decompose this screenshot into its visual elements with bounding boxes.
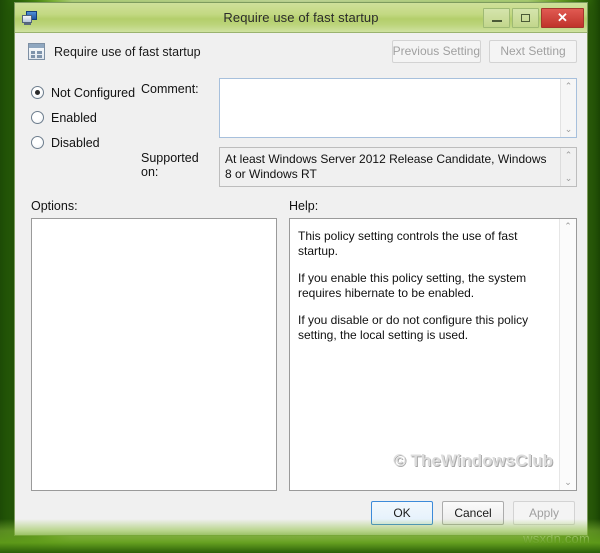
maximize-button[interactable] bbox=[512, 7, 539, 28]
comment-field-row: Comment: ⌃ ⌄ bbox=[141, 78, 577, 138]
previous-setting-button[interactable]: Previous Setting bbox=[391, 40, 481, 63]
options-panel[interactable] bbox=[31, 218, 277, 491]
radio-enabled-indicator bbox=[31, 111, 44, 124]
radio-disabled-label: Disabled bbox=[51, 135, 100, 150]
policy-setting-icon bbox=[28, 43, 45, 60]
source-watermark: wsxdn.com bbox=[523, 531, 590, 546]
help-content: This policy setting controls the use of … bbox=[290, 219, 559, 490]
policy-state-form: Not Configured Enabled Disabled Comment: bbox=[15, 70, 587, 192]
minimize-icon bbox=[491, 19, 502, 22]
cancel-button[interactable]: Cancel bbox=[442, 501, 504, 525]
setting-navigation: Previous Setting Next Setting bbox=[391, 40, 577, 63]
scroll-down-icon[interactable]: ⌄ bbox=[565, 171, 573, 186]
supported-field-row: Supported on: At least Windows Server 20… bbox=[141, 147, 577, 187]
help-panel: This policy setting controls the use of … bbox=[289, 218, 577, 491]
radio-enabled[interactable]: Enabled bbox=[31, 105, 141, 130]
radio-enabled-label: Enabled bbox=[51, 110, 97, 125]
ok-button[interactable]: OK bbox=[371, 501, 433, 525]
help-scrollbar[interactable]: ⌃ ⌄ bbox=[559, 219, 576, 490]
help-paragraph-2: If you enable this policy setting, the s… bbox=[298, 271, 527, 300]
radio-disabled[interactable]: Disabled bbox=[31, 130, 141, 155]
group-policy-icon bbox=[22, 10, 38, 26]
supported-on-scrollbar[interactable]: ⌃ ⌄ bbox=[560, 148, 576, 186]
close-button[interactable]: ✕ bbox=[541, 7, 584, 28]
close-icon: ✕ bbox=[557, 10, 568, 25]
help-paragraph-1: This policy setting controls the use of … bbox=[298, 229, 518, 258]
window-controls: ✕ bbox=[482, 3, 587, 32]
dialog-footer: OK Cancel Apply bbox=[15, 491, 587, 535]
supported-on-label: Supported on: bbox=[141, 151, 199, 179]
scroll-up-icon[interactable]: ⌃ bbox=[564, 219, 572, 234]
comment-label: Comment: bbox=[141, 82, 199, 96]
content-panes: This policy setting controls the use of … bbox=[15, 218, 587, 491]
pane-labels: Options: Help: bbox=[15, 192, 587, 218]
radio-not-configured-label: Not Configured bbox=[51, 85, 136, 100]
radio-not-configured[interactable]: Not Configured bbox=[31, 80, 141, 105]
scroll-down-icon[interactable]: ⌄ bbox=[565, 122, 573, 137]
policy-setting-dialog: Require use of fast startup ✕ Require us… bbox=[14, 2, 588, 536]
options-content bbox=[32, 219, 276, 490]
minimize-button[interactable] bbox=[483, 7, 510, 28]
policy-header: Require use of fast startup Previous Set… bbox=[15, 33, 587, 70]
scroll-up-icon[interactable]: ⌃ bbox=[565, 148, 573, 163]
radio-not-configured-indicator bbox=[31, 86, 44, 99]
scroll-down-icon[interactable]: ⌄ bbox=[564, 475, 572, 490]
next-setting-button[interactable]: Next Setting bbox=[489, 40, 577, 63]
thewindowsclub-watermark: © TheWindowsClub bbox=[393, 451, 553, 470]
desktop-background: Require use of fast startup ✕ Require us… bbox=[0, 0, 600, 553]
options-label: Options: bbox=[31, 199, 78, 213]
supported-on-box: At least Windows Server 2012 Release Can… bbox=[219, 147, 577, 187]
supported-on-value: At least Windows Server 2012 Release Can… bbox=[225, 152, 547, 181]
comment-scrollbar[interactable]: ⌃ ⌄ bbox=[560, 79, 576, 137]
scroll-up-icon[interactable]: ⌃ bbox=[565, 79, 573, 94]
window-titlebar[interactable]: Require use of fast startup ✕ bbox=[15, 3, 587, 33]
policy-state-radio-group: Not Configured Enabled Disabled bbox=[31, 76, 141, 192]
comment-input[interactable]: ⌃ ⌄ bbox=[219, 78, 577, 138]
maximize-icon bbox=[521, 13, 530, 22]
policy-name-label: Require use of fast startup bbox=[54, 44, 201, 59]
comment-value bbox=[220, 79, 560, 137]
help-paragraph-3: If you disable or do not configure this … bbox=[298, 313, 529, 342]
help-label: Help: bbox=[289, 199, 319, 213]
apply-button[interactable]: Apply bbox=[513, 501, 575, 525]
policy-fields: Comment: ⌃ ⌄ Supported on: At least Wind… bbox=[141, 76, 577, 192]
radio-disabled-indicator bbox=[31, 136, 44, 149]
